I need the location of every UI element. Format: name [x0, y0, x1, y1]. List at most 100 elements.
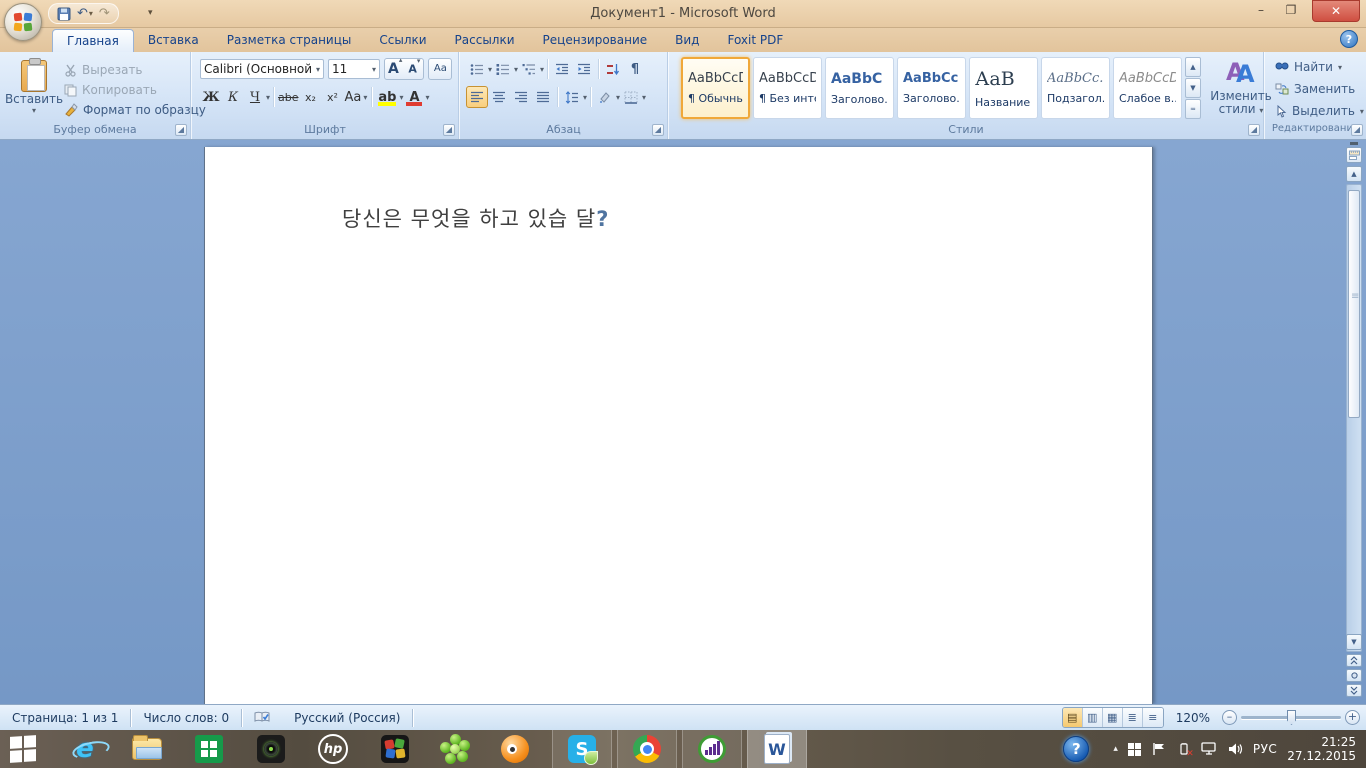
multilevel-dropdown-icon[interactable]: ▾	[540, 65, 544, 74]
font-dialog-launcher[interactable]: ◢	[443, 124, 455, 136]
hp-app-icon[interactable]: hp	[310, 730, 356, 768]
strikethrough-button[interactable]: abe	[277, 86, 300, 108]
font-name-combobox[interactable]: Calibri (Основной те ▾	[200, 59, 324, 79]
align-right-button[interactable]	[510, 86, 532, 108]
show-paragraph-marks-button[interactable]: ¶	[624, 58, 646, 80]
scroll-up-button[interactable]: ▲	[1346, 166, 1362, 182]
style-normal[interactable]: AaBbCcDc ¶ Обычный	[681, 57, 750, 119]
device-error-icon[interactable]: ✕	[1177, 742, 1191, 756]
hidden-icons-chevron[interactable]: ▴	[1113, 744, 1118, 754]
align-center-button[interactable]	[488, 86, 510, 108]
numbering-button[interactable]	[492, 58, 514, 80]
flag-icon[interactable]	[1151, 742, 1167, 756]
word-count[interactable]: Число слов: 0	[131, 711, 241, 725]
subscript-button[interactable]: x₂	[300, 86, 322, 108]
action-center-icon[interactable]	[1128, 743, 1141, 756]
full-screen-reading-view-button[interactable]: ▥	[1083, 708, 1103, 727]
font-name-dropdown-icon[interactable]: ▾	[313, 65, 320, 74]
help-tray-icon[interactable]: ?	[1063, 736, 1089, 762]
outline-view-button[interactable]: ≣	[1123, 708, 1143, 727]
underline-button[interactable]: Ч	[244, 86, 266, 108]
styles-scroll-down-button[interactable]: ▼	[1185, 78, 1201, 98]
style-subtitle[interactable]: AaBbCc. Подзагол...	[1041, 57, 1110, 119]
start-button[interactable]	[0, 730, 46, 768]
webcam-app-icon[interactable]	[248, 730, 294, 768]
italic-button[interactable]: К	[222, 86, 244, 108]
styles-gallery-more-button[interactable]: ≂	[1185, 99, 1201, 119]
word-taskbar-button[interactable]: W	[747, 730, 807, 768]
font-size-dropdown-icon[interactable]: ▾	[369, 65, 376, 74]
find-button[interactable]: Найти ▾	[1275, 58, 1364, 76]
cut-button[interactable]: Вырезать	[64, 60, 206, 80]
select-button[interactable]: Выделить ▾	[1275, 102, 1364, 120]
previous-page-button[interactable]	[1346, 654, 1362, 667]
shading-button[interactable]	[594, 86, 616, 108]
scroll-down-button[interactable]: ▼	[1346, 634, 1362, 650]
icq-icon[interactable]	[432, 730, 478, 768]
ruler-toggle-button[interactable]	[1346, 147, 1362, 163]
styles-dialog-launcher[interactable]: ◢	[1248, 124, 1260, 136]
file-explorer-icon[interactable]	[124, 730, 170, 768]
align-left-button[interactable]	[466, 86, 488, 108]
sort-button[interactable]	[602, 58, 624, 80]
style-no-spacing[interactable]: AaBbCcDc ¶ Без инте...	[753, 57, 822, 119]
style-title[interactable]: АаВ Название	[969, 57, 1038, 119]
minimize-button[interactable]: –	[1246, 0, 1276, 20]
clipboard-dialog-launcher[interactable]: ◢	[175, 124, 187, 136]
windows-store-icon[interactable]	[186, 730, 232, 768]
shrink-font-button[interactable]: А▾	[405, 62, 423, 76]
tab-home[interactable]: Главная	[52, 29, 134, 52]
zoom-slider-track[interactable]	[1241, 716, 1341, 719]
multilevel-list-button[interactable]	[518, 58, 540, 80]
clock[interactable]: 21:25 27.12.2015	[1287, 735, 1356, 763]
stats-app-taskbar-button[interactable]	[682, 730, 742, 768]
scrollbar-thumb[interactable]	[1348, 190, 1360, 418]
skype-taskbar-button[interactable]: S	[552, 730, 612, 768]
zoom-out-button[interactable]: –	[1222, 710, 1237, 725]
network-display-icon[interactable]	[1201, 742, 1218, 756]
zoom-level[interactable]: 120%	[1168, 711, 1218, 725]
font-color-dropdown-icon[interactable]: ▾	[425, 93, 429, 102]
change-styles-button[interactable]: AA Изменить стили ▾	[1209, 56, 1273, 124]
style-heading1[interactable]: AaBbC Заголово...	[825, 57, 894, 119]
select-browse-object-button[interactable]	[1346, 669, 1362, 682]
volume-icon[interactable]	[1228, 742, 1243, 756]
editing-dialog-launcher[interactable]: ◢	[1351, 124, 1363, 136]
web-layout-view-button[interactable]: ▦	[1103, 708, 1123, 727]
line-spacing-dropdown-icon[interactable]: ▾	[583, 93, 587, 102]
decrease-indent-button[interactable]	[551, 58, 573, 80]
tab-page-layout[interactable]: Разметка страницы	[213, 29, 366, 52]
line-spacing-button[interactable]	[561, 86, 583, 108]
zoom-in-button[interactable]: +	[1345, 710, 1360, 725]
bold-button[interactable]: Ж	[200, 86, 222, 108]
keyboard-language-indicator[interactable]: РУС	[1253, 742, 1277, 756]
change-case-dropdown-icon[interactable]: ▾	[363, 93, 367, 102]
tab-review[interactable]: Рецензирование	[529, 29, 662, 52]
gom-player-icon[interactable]	[492, 730, 538, 768]
chrome-taskbar-button[interactable]	[617, 730, 677, 768]
underline-dropdown-icon[interactable]: ▾	[266, 93, 270, 102]
document-text[interactable]: 당신은 무엇을 하고 있습 달?	[342, 203, 609, 233]
next-page-button[interactable]	[1346, 684, 1362, 697]
format-painter-button[interactable]: Формат по образцу	[64, 100, 206, 120]
replace-button[interactable]: Заменить	[1275, 80, 1364, 98]
borders-button[interactable]	[620, 86, 642, 108]
tab-insert[interactable]: Вставка	[134, 29, 213, 52]
document-page[interactable]: 당신은 무엇을 하고 있습 달?	[204, 147, 1153, 704]
grow-font-button[interactable]: А▴	[385, 61, 405, 77]
style-heading2[interactable]: AaBbCc Заголово...	[897, 57, 966, 119]
tab-view[interactable]: Вид	[661, 29, 713, 52]
restore-button[interactable]: ❐	[1276, 0, 1306, 20]
tab-mailings[interactable]: Рассылки	[441, 29, 529, 52]
office-button[interactable]	[4, 3, 42, 41]
zoom-slider-handle[interactable]	[1287, 710, 1296, 725]
draft-view-button[interactable]: ≡	[1143, 708, 1163, 727]
proofing-status-icon[interactable]	[242, 711, 282, 724]
internet-explorer-icon[interactable]: e	[62, 730, 108, 768]
change-case-button[interactable]: Aa▾	[344, 86, 369, 108]
paste-button[interactable]: Вставить ▾	[7, 56, 61, 122]
increase-indent-button[interactable]	[573, 58, 595, 80]
font-size-combobox[interactable]: 11 ▾	[328, 59, 380, 79]
paste-dropdown-icon[interactable]: ▾	[32, 106, 36, 115]
borders-dropdown-icon[interactable]: ▾	[642, 93, 646, 102]
